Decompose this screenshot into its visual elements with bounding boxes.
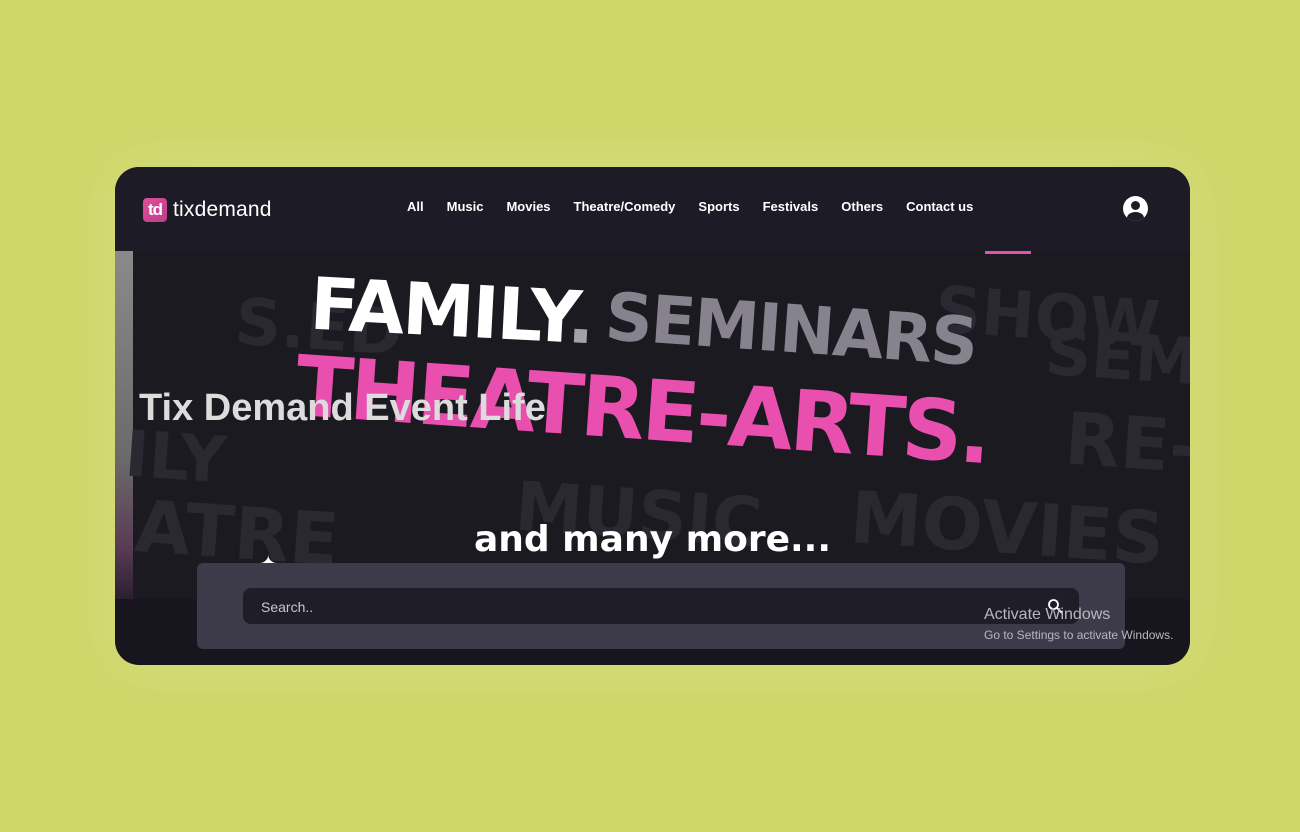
watermark-subtitle: Go to Settings to activate Windows. bbox=[984, 628, 1174, 642]
nav-sports[interactable]: Sports bbox=[698, 199, 739, 214]
logo-mark: td bbox=[143, 198, 167, 222]
bg-word: SEM bbox=[1042, 315, 1190, 401]
main-nav: All Music Movies Theatre/Comedy Sports F… bbox=[407, 199, 996, 214]
user-profile-icon[interactable] bbox=[1123, 196, 1148, 221]
windows-activation-watermark: Activate Windows Go to Settings to activ… bbox=[984, 606, 1173, 642]
search-field bbox=[243, 588, 1079, 626]
search-input[interactable] bbox=[243, 588, 1043, 626]
nav-movies[interactable]: Movies bbox=[506, 199, 550, 214]
watermark-title: Activate Windows bbox=[984, 606, 1111, 623]
nav-all[interactable]: All bbox=[407, 199, 424, 214]
logo[interactable]: td tixdemand bbox=[143, 197, 272, 223]
hero-tagline: Tix Demand Event Life bbox=[139, 387, 546, 429]
nav-others[interactable]: Others bbox=[841, 199, 883, 214]
browser-window: td tixdemand All Music Movies Theatre/Co… bbox=[115, 167, 1190, 665]
pink-accent-bar bbox=[985, 251, 1031, 254]
hero-banner: S.ED SHOW SEM ILY RE- ATRE MUSIC MOVIES … bbox=[115, 251, 1190, 599]
nav-festivals[interactable]: Festivals bbox=[763, 199, 819, 214]
nav-music[interactable]: Music bbox=[447, 199, 484, 214]
nav-theatre-comedy[interactable]: Theatre/Comedy bbox=[574, 199, 676, 214]
logo-text: tixdemand bbox=[173, 198, 272, 221]
nav-contact-us[interactable]: Contact us bbox=[906, 199, 973, 214]
site-header: td tixdemand All Music Movies Theatre/Co… bbox=[115, 167, 1190, 251]
bg-word: RE- bbox=[1062, 396, 1190, 490]
